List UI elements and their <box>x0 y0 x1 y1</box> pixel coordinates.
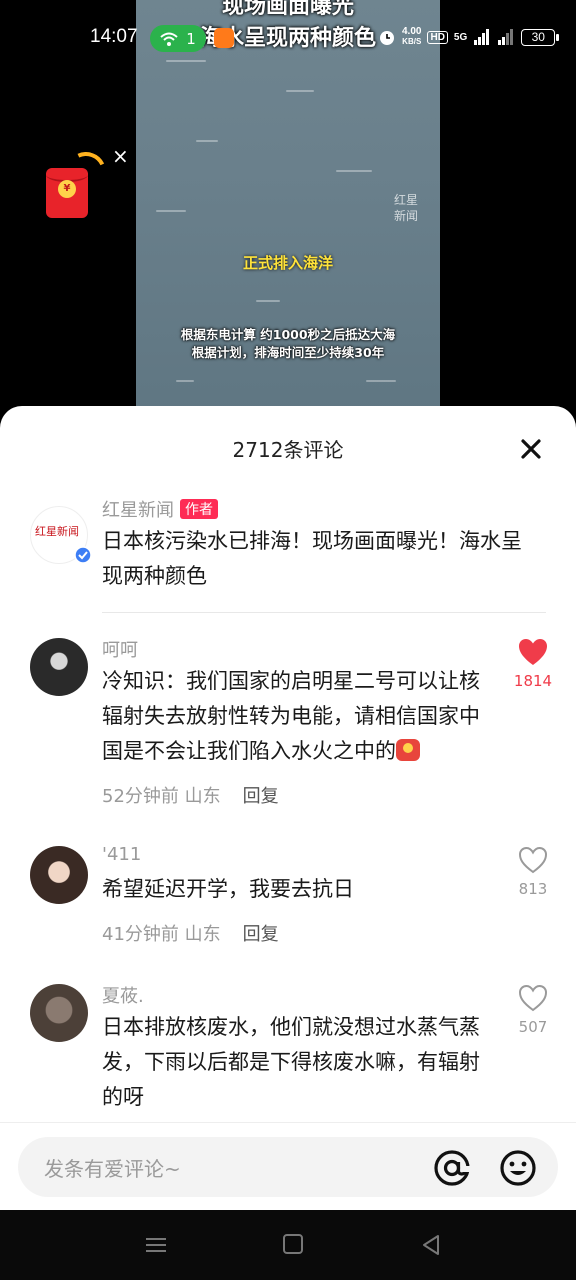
close-icon[interactable] <box>518 436 544 462</box>
comment-text[interactable]: 日本核污染水已排海！现场画面曝光！海水呈现两种颜色 <box>102 524 542 594</box>
wifi-icon <box>160 32 178 46</box>
comment-text[interactable]: 日本排放核废水，他们就没想过水蒸气蒸发，下雨以后都是下得核废水嘛，有辐射的呀 <box>102 1010 482 1115</box>
comment-input-placeholder: 发条有爱评论~ <box>44 1157 181 1181</box>
app-notification-icon <box>214 28 234 48</box>
signal-bars-icon <box>474 29 490 45</box>
comment-author-name[interactable]: '411 <box>102 844 141 865</box>
wifi-hotspot-indicator[interactable]: 1 <box>150 25 206 52</box>
video-title-line1: 现场画面曝光 <box>221 0 354 19</box>
signal-label: 5G <box>453 31 468 43</box>
comment-author-name[interactable]: 夏莜. <box>102 982 144 1008</box>
hd-badge: HD <box>427 30 448 44</box>
comment-author-name[interactable]: 红星新闻 作者 <box>102 496 218 522</box>
reply-button[interactable]: 回复 <box>243 786 279 807</box>
comment-meta: 41分钟前 山东 回复 <box>102 924 279 945</box>
comment-input[interactable]: 发条有爱评论~ <box>18 1137 558 1197</box>
status-time: 14:07 <box>90 26 138 47</box>
comments-sheet: 2712条评论 红星新闻 红星新闻 作者 日本核污染水已排海！现场画面曝光！海水呈… <box>0 406 576 1210</box>
mention-at-icon[interactable] <box>432 1148 472 1188</box>
net-speed: 4.00 KB/S <box>402 26 422 47</box>
comments-title: 2712条评论 <box>232 438 344 462</box>
home-icon[interactable] <box>283 1234 303 1254</box>
recent-apps-icon[interactable] <box>146 1234 166 1256</box>
like-button[interactable]: 1814 <box>512 638 554 690</box>
red-packet-button[interactable]: ¥ <box>46 168 88 218</box>
signal-bars-2-icon <box>498 29 514 45</box>
heart-filled-icon <box>519 639 547 665</box>
video-subtitle-line2: 根据计划，排海时间至少持续30年 <box>191 345 385 360</box>
avatar[interactable] <box>30 984 88 1042</box>
like-button[interactable]: 507 <box>512 984 554 1036</box>
comment-author-name[interactable]: 呵呵 <box>102 636 138 662</box>
heart-outline-icon <box>518 846 548 874</box>
avatar[interactable] <box>30 638 88 696</box>
heart-outline-icon <box>518 984 548 1012</box>
verified-icon <box>74 546 92 564</box>
comment-input-bar: 发条有爱评论~ <box>0 1122 576 1210</box>
emoji-icon[interactable] <box>498 1148 538 1188</box>
system-nav-bar <box>0 1210 576 1280</box>
reply-button[interactable]: 回复 <box>243 924 279 945</box>
video-caption: 正式排入海洋 <box>242 254 333 272</box>
video-player[interactable]: 现场画面曝光 海水呈现两种颜色 红星 新闻 正式排入海洋 根据东电计算 约100… <box>136 0 440 420</box>
video-watermark: 红星 新闻 <box>393 193 418 223</box>
video-subtitle-line1: 根据东电计算 约1000秒之后抵达大海 <box>180 327 396 342</box>
avatar[interactable] <box>30 846 88 904</box>
divider <box>102 612 546 613</box>
like-count: 507 <box>518 1018 548 1036</box>
like-count: 1814 <box>513 672 553 690</box>
battery-icon: 30 <box>521 28 560 46</box>
like-count: 813 <box>518 880 548 898</box>
red-packet-close-icon[interactable]: × <box>112 144 129 168</box>
red-envelope-emoji-icon <box>396 739 420 761</box>
back-icon[interactable] <box>420 1234 442 1256</box>
battery-level: 30 <box>531 30 545 44</box>
wifi-count: 1 <box>186 29 196 48</box>
author-tag: 作者 <box>180 499 218 519</box>
comment-text[interactable]: 冷知识：我们国家的启明星二号可以让核辐射失去放射性转为电能，请相信国家中国是不会… <box>102 664 482 769</box>
alarm-icon <box>380 31 394 45</box>
comment-meta: 52分钟前 山东 回复 <box>102 786 279 807</box>
like-button[interactable]: 813 <box>512 846 554 898</box>
status-right-group: 4.00 KB/S HD 5G 30 <box>378 26 560 47</box>
comment-text[interactable]: 希望延迟开学，我要去抗日 <box>102 872 482 907</box>
red-packet-coin-icon: ¥ <box>58 180 76 198</box>
